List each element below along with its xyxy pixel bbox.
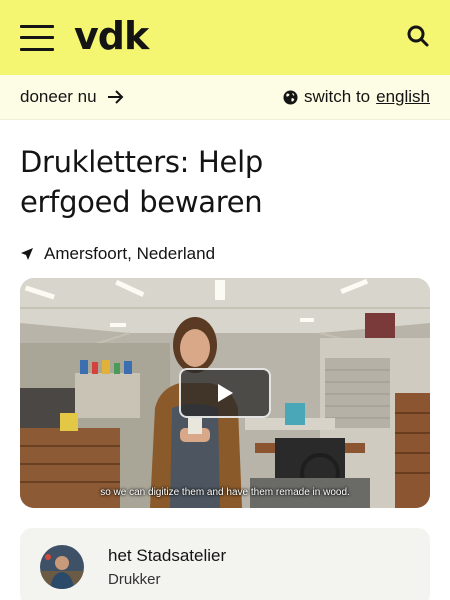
play-icon [218,384,233,402]
avatar [40,545,84,589]
arrow-right-icon [107,90,123,104]
organizer-card[interactable]: het Stadsatelier Drukker [20,528,430,600]
organizer-name: het Stadsatelier [108,546,227,565]
video-player[interactable]: so we can digitize them and have them re… [20,278,430,508]
page-title-line-1: Drukletters: Help [20,145,263,179]
organizer-info: het Stadsatelier Drukker [108,546,226,588]
search-icon[interactable] [406,24,430,48]
globe-icon [283,89,298,105]
secondary-bar: doneer nu switch to english [0,75,450,120]
organizer-role: Drukker [108,571,161,588]
site-logo[interactable]: vdk [74,17,149,55]
hamburger-menu-icon[interactable] [20,24,54,51]
top-navigation-bar: vdk [0,0,450,75]
location-row: Amersfoort, Nederland [0,244,450,264]
donate-link[interactable]: doneer nu [20,87,125,107]
location-text: Amersfoort, Nederland [44,244,216,263]
language-switch-prefix: switch to [303,87,371,106]
play-button[interactable] [179,368,271,418]
location-arrow-icon [21,248,33,260]
language-switcher: switch to english [283,87,430,107]
page-title-line-2: erfgoed bewaren [20,185,263,219]
page-title: Drukletters: Help erfgoed bewaren [0,120,450,222]
video-caption: so we can digitize them and have them re… [100,487,350,498]
language-switch-link[interactable]: english [376,87,430,107]
donate-label: doneer nu [20,87,97,106]
